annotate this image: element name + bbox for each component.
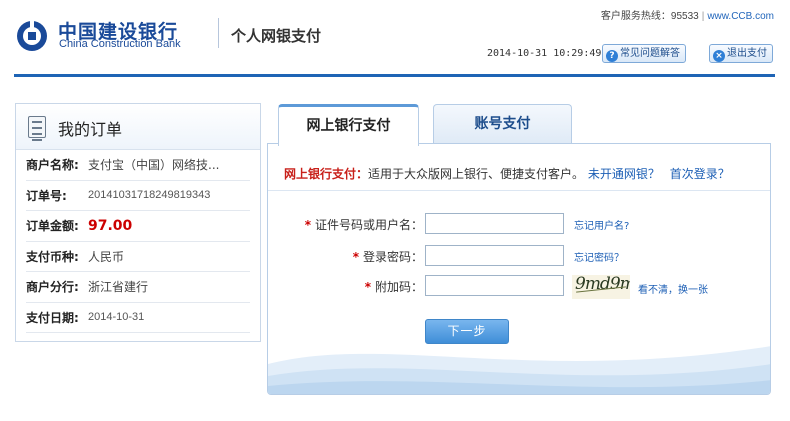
captcha-label-text: 附加码： bbox=[374, 280, 423, 294]
order-panel: 我的订单 商户名称: 支付宝（中国）网络技... 订单号: 2014103171… bbox=[15, 103, 261, 342]
order-row-number: 订单号: 20141031718249819343 bbox=[26, 181, 250, 211]
clipboard-icon bbox=[28, 116, 46, 141]
payment-info-text: 适用于大众版网上银行、便捷支付客户。 bbox=[368, 167, 585, 181]
order-row-date: 支付日期: 2014-10-31 bbox=[26, 303, 250, 333]
logo-divider bbox=[218, 18, 219, 48]
hotline-bar: 客户服务热线：95533 | www.CCB.com bbox=[601, 7, 774, 22]
required-mark: * bbox=[364, 280, 371, 294]
not-open-link[interactable]: 未开通网银？ bbox=[588, 167, 660, 181]
order-number: 20141031718249819343 bbox=[88, 189, 211, 202]
password-label-text: 登录密码： bbox=[362, 250, 423, 264]
forgot-username-link[interactable]: 忘记用户名? bbox=[574, 217, 629, 232]
refresh-captcha-link[interactable]: 看不清，换一张 bbox=[638, 281, 708, 296]
first-login-link[interactable]: 首次登录？ bbox=[670, 167, 730, 181]
order-row-merchant: 商户名称: 支付宝（中国）网络技... bbox=[26, 150, 250, 181]
order-row-currency: 支付币种: 人民币 bbox=[26, 242, 250, 272]
faq-button-label: 常见问题解答 bbox=[620, 48, 680, 59]
username-row: * 证件号码或用户名： 忘记用户名? bbox=[268, 213, 770, 235]
order-label: 商户名称: bbox=[26, 158, 79, 173]
hotline-text: 客户服务热线：95533 bbox=[600, 11, 699, 22]
payment-panel: 网上银行支付：适用于大众版网上银行、便捷支付客户。 未开通网银？ 首次登录？ *… bbox=[267, 143, 771, 395]
tab-account-payment[interactable]: 账号支付 bbox=[433, 104, 572, 144]
header: 中国建设银行 China Construction Bank 个人网银支付 客户… bbox=[0, 0, 790, 78]
captcha-label: * 附加码： bbox=[365, 278, 423, 295]
order-label: 商户分行: bbox=[26, 280, 79, 295]
payment-info-label: 网上银行支付： bbox=[284, 167, 369, 181]
info-divider bbox=[268, 190, 770, 191]
question-icon: ? bbox=[606, 50, 618, 62]
username-label: * 证件号码或用户名： bbox=[305, 216, 423, 233]
website-link[interactable]: www.CCB.com bbox=[707, 11, 774, 22]
exit-button[interactable]: × 退出支付 bbox=[709, 44, 773, 63]
payment-info: 网上银行支付：适用于大众版网上银行、便捷支付客户。 未开通网银？ 首次登录？ bbox=[284, 165, 730, 182]
merchant-branch: 浙江省建行 bbox=[88, 280, 149, 295]
password-label: * 登录密码： bbox=[353, 248, 423, 265]
close-icon: × bbox=[713, 50, 725, 62]
forgot-password-link[interactable]: 忘记密码？ bbox=[574, 249, 624, 264]
order-title: 我的订单 bbox=[58, 120, 123, 139]
current-datetime: 2014-10-31 10:29:49 bbox=[487, 48, 602, 59]
captcha-image[interactable]: 9md9m bbox=[572, 275, 630, 299]
order-details: 商户名称: 支付宝（中国）网络技... 订单号: 201410317182498… bbox=[16, 150, 260, 333]
captcha-input[interactable] bbox=[425, 275, 564, 296]
username-input[interactable] bbox=[425, 213, 564, 234]
order-row-amount: 订单金额: 97.00 bbox=[26, 211, 250, 242]
username-label-text: 证件号码或用户名： bbox=[314, 218, 423, 232]
order-label: 支付币种: bbox=[26, 249, 79, 264]
order-label: 订单金额: bbox=[26, 219, 79, 234]
required-mark: * bbox=[304, 218, 311, 232]
order-label: 订单号: bbox=[26, 188, 67, 203]
currency: 人民币 bbox=[88, 249, 125, 264]
password-row: * 登录密码： 忘记密码？ bbox=[268, 245, 770, 267]
bank-name-en: China Construction Bank bbox=[59, 38, 181, 50]
order-header: 我的订单 bbox=[16, 104, 260, 150]
captcha-row: * 附加码： 9md9m 看不清，换一张 bbox=[268, 275, 770, 301]
ccb-logo-icon bbox=[17, 20, 47, 51]
required-mark: * bbox=[352, 250, 359, 264]
order-amount: 97.00 bbox=[88, 217, 133, 234]
tab-online-banking[interactable]: 网上银行支付 bbox=[278, 104, 419, 146]
hotline-separator: | bbox=[701, 11, 705, 22]
exit-button-label: 退出支付 bbox=[727, 48, 767, 59]
header-rule bbox=[14, 74, 775, 77]
password-input[interactable] bbox=[425, 245, 564, 266]
order-label: 支付日期: bbox=[26, 310, 79, 325]
decorative-wave bbox=[268, 346, 770, 394]
payment-date: 2014-10-31 bbox=[88, 311, 145, 324]
order-row-branch: 商户分行: 浙江省建行 bbox=[26, 272, 250, 303]
merchant-name: 支付宝（中国）网络技... bbox=[88, 158, 220, 173]
service-title: 个人网银支付 bbox=[231, 27, 322, 45]
faq-button[interactable]: ? 常见问题解答 bbox=[602, 44, 686, 63]
